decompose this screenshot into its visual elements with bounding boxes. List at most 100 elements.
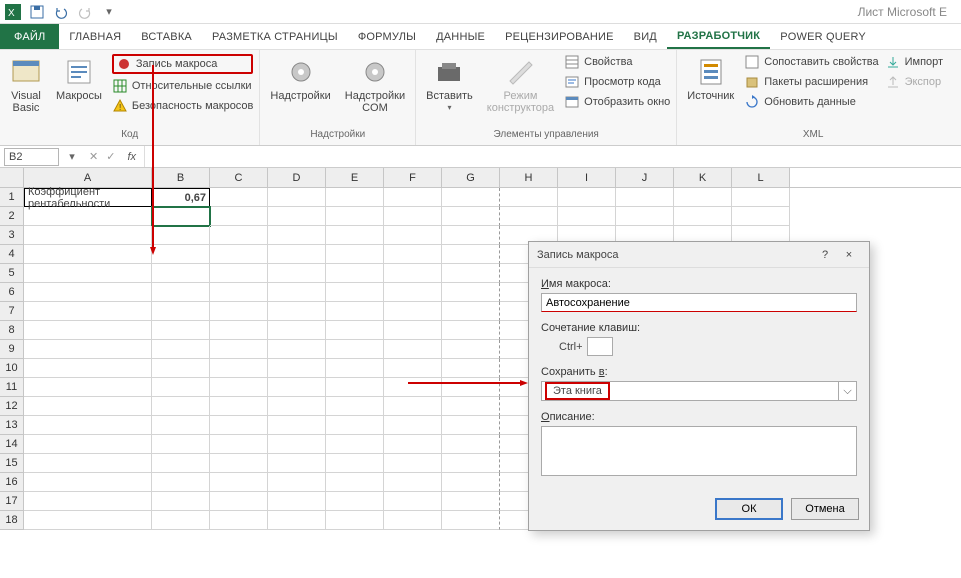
undo-icon[interactable] <box>52 3 70 21</box>
cell[interactable] <box>210 511 268 530</box>
refresh-data-button[interactable]: Обновить данные <box>744 94 878 110</box>
row-header[interactable]: 16 <box>0 473 24 492</box>
cell[interactable] <box>384 397 442 416</box>
dialog-titlebar[interactable]: Запись макроса ? × <box>529 242 869 268</box>
cell[interactable] <box>384 302 442 321</box>
cell[interactable] <box>674 188 732 207</box>
column-header[interactable]: L <box>732 168 790 187</box>
cell[interactable] <box>210 321 268 340</box>
cell[interactable] <box>152 207 210 226</box>
cell[interactable] <box>152 378 210 397</box>
cell[interactable] <box>384 454 442 473</box>
cell[interactable] <box>210 283 268 302</box>
cell[interactable] <box>24 340 152 359</box>
cell[interactable] <box>442 302 500 321</box>
help-button[interactable]: ? <box>813 249 837 261</box>
cancel-button[interactable]: Отмена <box>791 498 859 520</box>
cell[interactable] <box>210 188 268 207</box>
cell[interactable] <box>616 207 674 226</box>
cell[interactable] <box>384 245 442 264</box>
cell[interactable] <box>152 321 210 340</box>
cell[interactable] <box>326 340 384 359</box>
cell[interactable] <box>24 283 152 302</box>
cell[interactable] <box>442 245 500 264</box>
column-header[interactable]: D <box>268 168 326 187</box>
cell[interactable] <box>152 397 210 416</box>
cell[interactable] <box>210 416 268 435</box>
row-header[interactable]: 10 <box>0 359 24 378</box>
cell[interactable] <box>616 188 674 207</box>
import-button[interactable]: Импорт <box>885 54 943 70</box>
cell[interactable] <box>152 511 210 530</box>
cell[interactable] <box>442 207 500 226</box>
cell[interactable] <box>326 416 384 435</box>
description-textarea[interactable] <box>541 426 857 476</box>
cell[interactable] <box>268 473 326 492</box>
cell[interactable] <box>268 397 326 416</box>
cell[interactable] <box>24 511 152 530</box>
cell[interactable] <box>268 492 326 511</box>
row-header[interactable]: 12 <box>0 397 24 416</box>
row-header[interactable]: 6 <box>0 283 24 302</box>
relative-refs-button[interactable]: Относительные ссылки <box>112 78 254 94</box>
cell[interactable] <box>442 283 500 302</box>
row-header[interactable]: 8 <box>0 321 24 340</box>
cell[interactable] <box>268 302 326 321</box>
cell[interactable] <box>210 435 268 454</box>
cell[interactable] <box>210 226 268 245</box>
cell[interactable] <box>268 188 326 207</box>
row-header[interactable]: 15 <box>0 454 24 473</box>
design-mode-button[interactable]: Режим конструктора <box>483 54 558 116</box>
cell[interactable] <box>326 302 384 321</box>
cell[interactable] <box>268 245 326 264</box>
cell[interactable] <box>268 264 326 283</box>
formula-input[interactable] <box>144 146 961 167</box>
cell[interactable] <box>442 511 500 530</box>
column-header[interactable]: K <box>674 168 732 187</box>
cell[interactable] <box>384 188 442 207</box>
cell[interactable] <box>210 245 268 264</box>
row-header[interactable]: 5 <box>0 264 24 283</box>
cell[interactable] <box>268 283 326 302</box>
cell[interactable] <box>326 473 384 492</box>
insert-control-button[interactable]: Вставить ▾ <box>422 54 477 115</box>
cell[interactable] <box>24 264 152 283</box>
tab-view[interactable]: ВИД <box>624 24 667 49</box>
row-header[interactable]: 3 <box>0 226 24 245</box>
shortcut-key-input[interactable] <box>587 337 613 356</box>
cell[interactable] <box>210 454 268 473</box>
cell[interactable] <box>152 416 210 435</box>
cell[interactable] <box>384 226 442 245</box>
cell[interactable] <box>442 416 500 435</box>
cell[interactable] <box>268 378 326 397</box>
cell[interactable] <box>326 435 384 454</box>
cell[interactable] <box>442 226 500 245</box>
cell[interactable] <box>442 188 500 207</box>
cell[interactable] <box>268 435 326 454</box>
cell[interactable] <box>674 207 732 226</box>
tab-power-query[interactable]: POWER QUERY <box>770 24 876 49</box>
cell[interactable] <box>210 264 268 283</box>
ok-button[interactable]: ОК <box>715 498 783 520</box>
cell[interactable] <box>442 340 500 359</box>
row-header[interactable]: 7 <box>0 302 24 321</box>
cell[interactable] <box>24 378 152 397</box>
cell[interactable] <box>268 340 326 359</box>
cell[interactable] <box>24 435 152 454</box>
visual-basic-button[interactable]: Visual Basic <box>6 54 46 116</box>
row-header[interactable]: 18 <box>0 511 24 530</box>
cell[interactable] <box>384 283 442 302</box>
cell[interactable] <box>442 321 500 340</box>
cell[interactable]: 0,67 <box>152 188 210 207</box>
cell[interactable] <box>24 397 152 416</box>
cell[interactable] <box>24 359 152 378</box>
cell[interactable] <box>326 378 384 397</box>
properties-button[interactable]: Свойства <box>564 54 670 70</box>
cell[interactable] <box>210 359 268 378</box>
cell[interactable] <box>210 473 268 492</box>
column-header[interactable]: H <box>500 168 558 187</box>
column-header[interactable]: I <box>558 168 616 187</box>
select-all-corner[interactable] <box>0 168 24 187</box>
cell[interactable] <box>268 454 326 473</box>
cell[interactable] <box>500 188 558 207</box>
